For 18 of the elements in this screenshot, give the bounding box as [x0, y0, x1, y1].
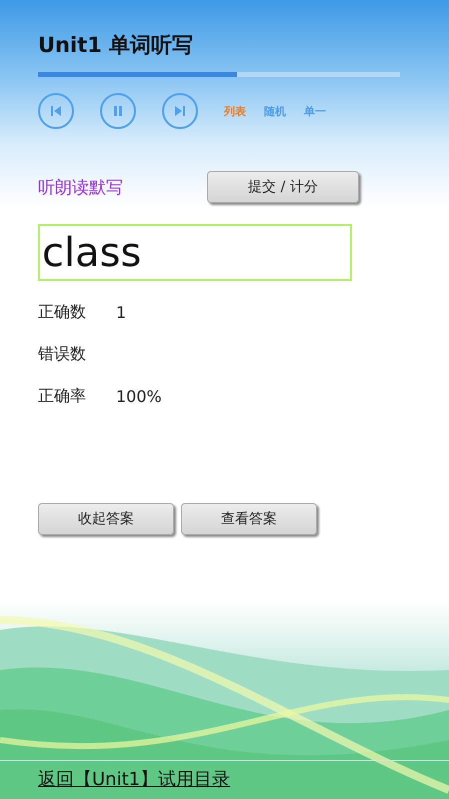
show-answer-button[interactable]: 查看答案	[181, 503, 317, 535]
next-button[interactable]	[162, 93, 198, 129]
stat-value: 1	[116, 302, 126, 322]
stat-label: 错误数	[38, 344, 87, 364]
page-title: Unit1 单词听写	[38, 32, 194, 59]
stat-value: 100%	[116, 386, 162, 406]
back-link[interactable]: 返回【Unit1】试用目录	[38, 769, 230, 790]
pause-icon	[113, 105, 123, 117]
previous-button[interactable]	[38, 93, 74, 129]
stat-label: 正确率	[38, 386, 87, 406]
submit-button[interactable]: 提交 / 计分	[207, 171, 359, 203]
stat-label: 正确数	[38, 302, 87, 322]
answer-field[interactable]: class	[38, 224, 352, 281]
dictation-label: 听朗读默写	[38, 176, 124, 198]
pause-button[interactable]	[100, 93, 136, 129]
skip-back-icon	[50, 105, 62, 117]
skip-forward-icon	[174, 105, 186, 117]
hide-answer-button[interactable]: 收起答案	[38, 503, 174, 535]
